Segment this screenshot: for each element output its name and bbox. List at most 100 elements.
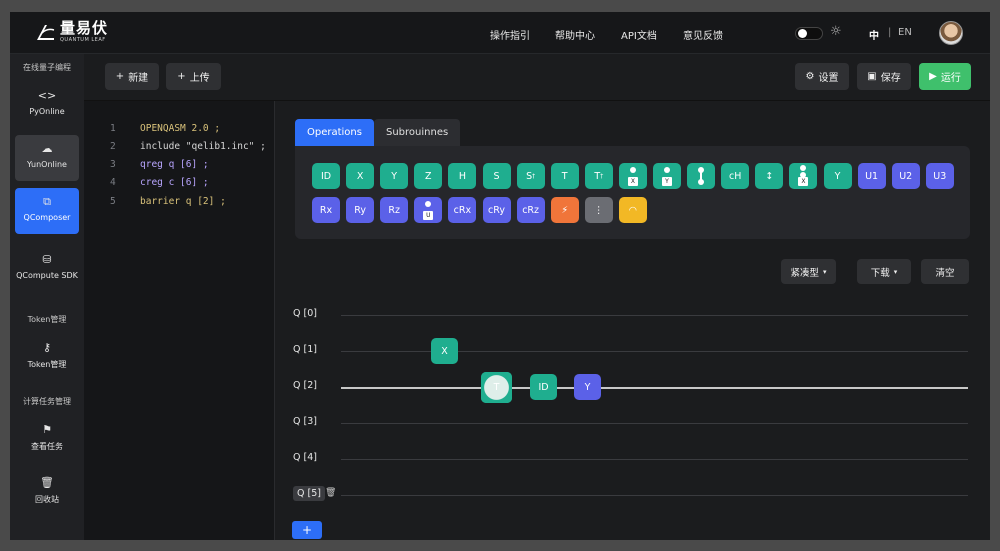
plus-icon: + [177, 71, 186, 82]
gate-z-button[interactable]: Z [414, 163, 443, 189]
composer-icon: ⧉ [43, 195, 51, 208]
code-icon: <> [37, 89, 57, 102]
play-icon: ▶ [929, 71, 937, 82]
control-dot [800, 165, 807, 171]
gate-y-button[interactable]: Y [380, 163, 409, 189]
sidebar-item-label: 查看任务 [31, 442, 63, 451]
gate-t-button[interactable]: T [550, 163, 579, 189]
nav-api-docs[interactable]: API文档 [621, 27, 657, 42]
qubit-wire [341, 423, 968, 424]
gate-crz-button[interactable]: cRz [516, 197, 545, 223]
avatar[interactable] [939, 21, 963, 45]
save-icon: ▣ [867, 71, 877, 82]
download-dropdown[interactable]: 下载 ▾ [857, 259, 911, 284]
sidebar-item-view-tasks[interactable]: ⚑ 查看任务 [15, 416, 79, 462]
sidebar-item-qcompute-sdk[interactable]: ⛁ QCompute SDK [15, 246, 79, 292]
gate-u1-button[interactable]: U1 [857, 163, 886, 189]
target-label: X [627, 177, 638, 186]
gate-t-button[interactable]: T † [584, 163, 613, 189]
gate-y-button[interactable]: Y [653, 163, 681, 189]
sidebar-item-yunonline[interactable]: ☁ YunOnline [15, 135, 79, 181]
logo[interactable]: 量易伏 QUANTUM LEAF [34, 21, 108, 43]
target-label: X [798, 177, 809, 186]
gate-id-button[interactable]: ID [312, 163, 340, 189]
plus-icon: + [115, 71, 125, 82]
circuit-gate-y[interactable]: Y [574, 374, 601, 400]
gate-u-button[interactable]: U [414, 197, 443, 223]
qubit-wire [341, 459, 968, 460]
lang-en[interactable]: EN [898, 27, 912, 38]
logo-title: 量易伏 [60, 19, 109, 37]
qubit-wire [341, 387, 968, 389]
qubit-label: Q [2] [293, 380, 317, 391]
sidebar-item-label: QComposer [23, 213, 71, 222]
caret-down-icon: ▾ [893, 267, 898, 276]
tab-operations[interactable]: Operations [295, 119, 374, 146]
gate-crx-button[interactable]: cRx [448, 197, 477, 223]
sidebar-section-online: 在线量子编程 [23, 63, 71, 72]
sun-icon: ☼ [830, 24, 842, 39]
theme-toggle[interactable] [795, 27, 823, 40]
nav-help[interactable]: 帮助中心 [555, 27, 595, 42]
sidebar-section-token: Token管理 [27, 315, 67, 324]
gate-x-button[interactable]: X [346, 163, 375, 189]
gate-u2-button[interactable]: U2 [891, 163, 920, 189]
clear-button[interactable]: 清空 [921, 259, 969, 284]
nav-feedback[interactable]: 意见反馈 [683, 27, 723, 42]
layout-dropdown[interactable]: 紧凑型 ▾ [781, 259, 836, 284]
sidebar: 在线量子编程 <> PyOnline ☁ YunOnline ⧉ QCompos… [10, 54, 84, 540]
lang-zh[interactable]: 中 [869, 27, 879, 42]
qubit-label: Q [3] [293, 416, 317, 427]
gate-◠-button[interactable]: ◠ [618, 197, 647, 223]
gate-u3-button[interactable]: U3 [925, 163, 954, 189]
sidebar-item-token[interactable]: ⚷ Token管理 [15, 334, 79, 380]
gate-rz-button[interactable]: Rz [380, 197, 409, 223]
lang-separator: | [888, 27, 892, 38]
sidebar-item-label: PyOnline [29, 107, 65, 116]
gate-y-button[interactable]: Y [823, 163, 852, 189]
key-icon: ⚷ [42, 341, 52, 354]
upload-button[interactable]: + 上传 [166, 63, 221, 90]
gate-ry-button[interactable]: Ry [346, 197, 375, 223]
gate-⚡-button[interactable]: ⚡ [550, 197, 579, 223]
sidebar-item-recycle-bin[interactable]: 🗑 回收站 [15, 469, 79, 515]
delete-qubit-icon[interactable]: 🗑 [325, 488, 336, 498]
gate-↕-button[interactable]: ↕ [755, 163, 784, 189]
gate-x-button[interactable]: X [618, 163, 647, 189]
gear-icon: ⚙ [805, 71, 815, 82]
nav-guide[interactable]: 操作指引 [490, 27, 530, 42]
dagger-mark: † [600, 172, 604, 180]
toolbar: + 新建 + 上传 ⚙ 设置 ▣ 保存 ▶ 运行 [84, 54, 990, 101]
logo-icon [37, 25, 55, 40]
control-dot [629, 167, 636, 173]
save-button[interactable]: ▣ 保存 [857, 63, 911, 90]
circuit-gate-t[interactable]: T [481, 372, 512, 403]
code-editor[interactable]: 1 OPENQASM 2.0 ; 2 include "qelib1.inc" … [84, 101, 275, 540]
circuit-gate-id[interactable]: ID [530, 374, 557, 400]
gate-x-button[interactable]: X [789, 163, 818, 189]
top-header: 量易伏 QUANTUM LEAF 操作指引 帮助中心 API文档 意见反馈 ☼ … [10, 12, 990, 54]
logo-subtitle: QUANTUM LEAF [60, 37, 106, 43]
gate-rx-button[interactable]: Rx [312, 197, 340, 223]
gate-h-button[interactable]: H [448, 163, 477, 189]
gate-s-button[interactable]: S † [516, 163, 545, 189]
gate-cry-button[interactable]: cRy [482, 197, 511, 223]
gate-controlled-button[interactable] [687, 163, 716, 189]
gate-palette: ID X Y Z H S S † T T † X YcH ↕ X Y U1 U2 U3 Rx Ry Rz UcRx cRy cR… [295, 146, 970, 239]
sidebar-item-qcomposer[interactable]: ⧉ QComposer [15, 188, 79, 234]
gate-⋮-button[interactable]: ⋮ [584, 197, 613, 223]
sidebar-item-label: QCompute SDK [16, 271, 78, 280]
new-button[interactable]: + 新建 [105, 63, 159, 90]
tab-subroutines[interactable]: Subrouinnes [373, 119, 461, 146]
target-label: Y [662, 177, 672, 186]
run-button[interactable]: ▶ 运行 [919, 63, 971, 90]
add-qubit-button[interactable]: + [292, 521, 322, 539]
qubit-label: Q [5] [293, 486, 325, 501]
gate-ch-button[interactable]: cH [721, 163, 750, 189]
circuit-gate-x[interactable]: X [431, 338, 458, 364]
gate-s-button[interactable]: S [482, 163, 511, 189]
settings-button[interactable]: ⚙ 设置 [795, 63, 849, 90]
sidebar-item-label: Token管理 [27, 360, 67, 369]
composer-tabs: Operations Subrouinnes [295, 119, 461, 146]
sidebar-item-pyonline[interactable]: <> PyOnline [15, 82, 79, 128]
